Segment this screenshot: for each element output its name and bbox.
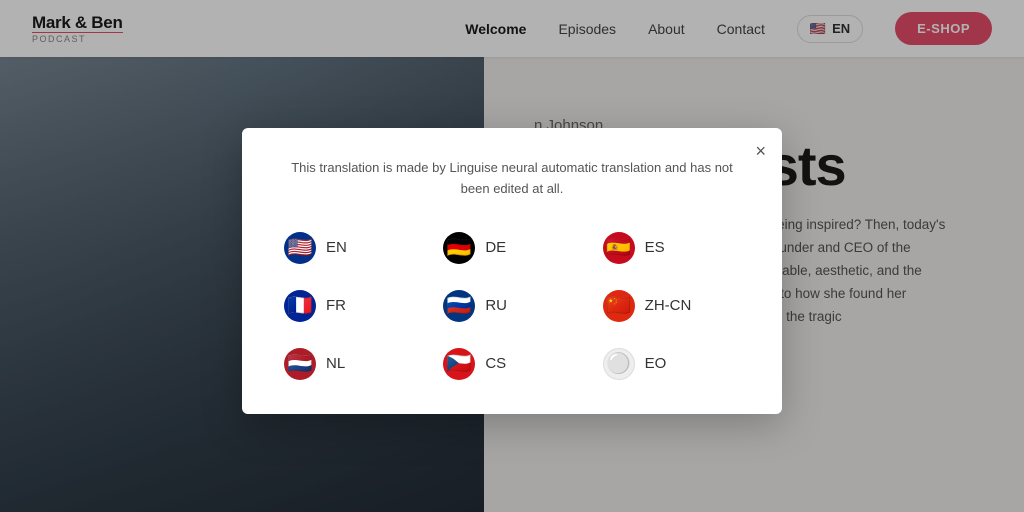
modal-description: This translation is made by Linguise neu… <box>278 158 746 200</box>
language-option-fr[interactable]: 🇫🇷 FR <box>278 286 427 326</box>
modal-close-button[interactable]: × <box>755 142 766 160</box>
lang-label-cs: CS <box>485 355 506 372</box>
lang-label-fr: FR <box>326 297 346 314</box>
language-option-ru[interactable]: 🇷🇺 RU <box>437 286 586 326</box>
flag-icon-zh-cn: 🇨🇳 <box>603 290 635 322</box>
lang-label-zh-cn: ZH-CN <box>645 297 692 314</box>
flag-icon-eo: ⚪ <box>603 348 635 380</box>
language-option-de[interactable]: 🇩🇪 DE <box>437 228 586 268</box>
flag-icon-de: 🇩🇪 <box>443 232 475 264</box>
language-option-nl[interactable]: 🇳🇱 NL <box>278 344 427 384</box>
language-modal: × This translation is made by Linguise n… <box>242 128 782 414</box>
language-option-en[interactable]: 🇺🇸 EN <box>278 228 427 268</box>
language-option-eo[interactable]: ⚪ EO <box>597 344 746 384</box>
language-option-zh-cn[interactable]: 🇨🇳 ZH-CN <box>597 286 746 326</box>
language-option-es[interactable]: 🇪🇸 ES <box>597 228 746 268</box>
lang-label-nl: NL <box>326 355 345 372</box>
lang-label-de: DE <box>485 239 506 256</box>
language-option-cs[interactable]: 🇨🇿 CS <box>437 344 586 384</box>
lang-label-en: EN <box>326 239 347 256</box>
flag-icon-fr: 🇫🇷 <box>284 290 316 322</box>
language-grid: 🇺🇸 EN 🇩🇪 DE 🇪🇸 ES 🇫🇷 FR 🇷🇺 RU 🇨🇳 ZH-CN 🇳🇱 NL 🇨🇿 CS ⚪ EO <box>278 228 746 384</box>
flag-icon-es: 🇪🇸 <box>603 232 635 264</box>
lang-label-es: ES <box>645 239 665 256</box>
flag-icon-nl: 🇳🇱 <box>284 348 316 380</box>
flag-icon-cs: 🇨🇿 <box>443 348 475 380</box>
lang-label-eo: EO <box>645 355 667 372</box>
lang-label-ru: RU <box>485 297 507 314</box>
flag-icon-ru: 🇷🇺 <box>443 290 475 322</box>
modal-overlay[interactable]: × This translation is made by Linguise n… <box>0 0 1024 512</box>
flag-icon-en: 🇺🇸 <box>284 232 316 264</box>
